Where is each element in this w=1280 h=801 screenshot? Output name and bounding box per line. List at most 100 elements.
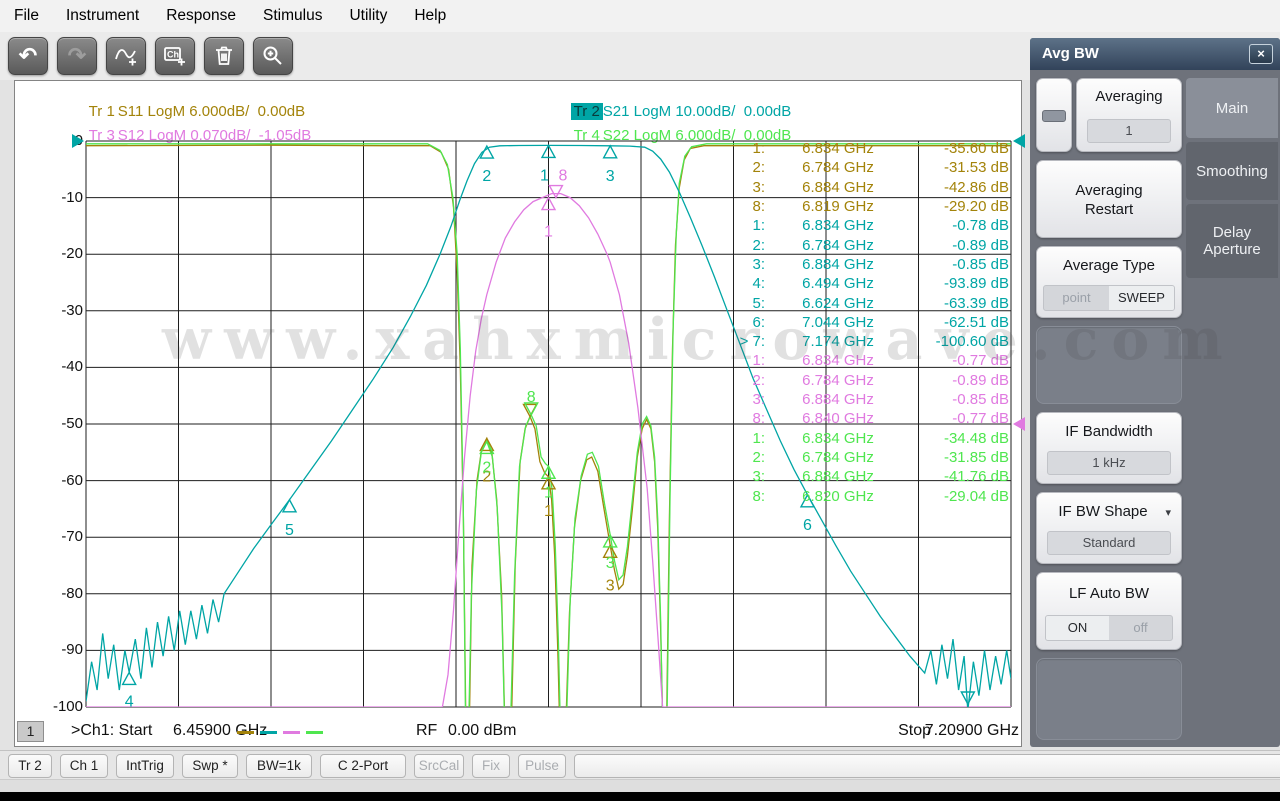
menu-item-stimulus[interactable]: Stimulus (259, 5, 326, 27)
marker-value: -31.53 dB (943, 159, 1009, 177)
trace-swatch (260, 731, 277, 734)
trace-label-tr2[interactable]: Tr 2 S21 LogM 10.00dB/ 0.00dB (554, 86, 791, 120)
average-type-segment[interactable]: point SWEEP (1043, 285, 1175, 311)
marker-readout-row: 3: 6.884 GHz -41.76 dB (725, 467, 1009, 487)
avg-bw-panel: Avg BW × Averaging 1 Averaging Restart A… (1030, 38, 1280, 747)
marker-label: 1 (544, 503, 553, 520)
marker-value: -100.60 dB (935, 333, 1009, 351)
marker-frequency: 6.784 GHz (802, 371, 874, 389)
marker-label: 1 (544, 484, 553, 501)
marker-readout-row: 3: 6.884 GHz -0.85 dB (725, 255, 1009, 275)
marker-number: 3: (752, 468, 765, 486)
trace-label-tr1[interactable]: Tr 1 S11 LogM 6.000dB/ 0.00dB (69, 86, 306, 120)
marker-label: 3 (606, 555, 615, 572)
marker-number: 3: (752, 255, 765, 273)
status-button-empty[interactable] (574, 754, 1280, 778)
status-button-srccal[interactable]: SrcCal (414, 754, 464, 778)
average-type-point[interactable]: point (1044, 286, 1109, 310)
marker-number: 1: (752, 140, 765, 157)
marker-triangle (121, 670, 137, 686)
marker-readout-row: 6: 7.044 GHz -62.51 dB (725, 313, 1009, 333)
if-bw-shape-button[interactable]: IF BW Shape ▾ Standard (1036, 492, 1182, 564)
averaging-toggle-button[interactable] (1036, 78, 1072, 152)
menu-item-response[interactable]: Response (162, 5, 240, 27)
marker-number: 4: (752, 275, 765, 293)
marker-value: -29.04 dB (943, 487, 1009, 505)
status-button-ch-1[interactable]: Ch 1 (60, 754, 108, 778)
marker-readout-row: 8: 6.820 GHz -29.04 dB (725, 487, 1009, 507)
marker-triangle (548, 184, 564, 200)
trace-label-tr3[interactable]: Tr 3 S12 LogM 0.070dB/ -1.05dB (69, 110, 312, 144)
menu-item-help[interactable]: Help (410, 5, 450, 27)
bottom-bar (0, 792, 1280, 801)
marker-frequency: 7.044 GHz (802, 313, 874, 331)
marker-label: 8 (527, 389, 536, 406)
marker-frequency: 6.884 GHz (802, 178, 874, 196)
marker-frequency: 6.784 GHz (802, 159, 874, 177)
add-trace-button[interactable] (106, 37, 146, 75)
close-icon[interactable]: × (1249, 44, 1273, 64)
status-button-fix[interactable]: Fix (472, 754, 510, 778)
lf-auto-bw-on[interactable]: ON (1046, 616, 1109, 640)
averaging-restart-button[interactable]: Averaging Restart (1036, 160, 1182, 238)
status-button-bw-1k[interactable]: BW=1k (246, 754, 312, 778)
marker-readout-row: 1: 6.834 GHz -34.48 dB (725, 429, 1009, 449)
marker-frequency: 6.834 GHz (802, 140, 874, 157)
status-button-swp-[interactable]: Swp * (182, 754, 238, 778)
status-bar: Tr 2 Ch 1 IntTrig Swp * BW=1k C 2-Port SrcCal F… (0, 750, 1280, 779)
undo-icon: ↶ (18, 43, 38, 68)
rf-power: 0.00 dBm (448, 722, 517, 739)
menu-item-utility[interactable]: Utility (345, 5, 391, 27)
add-channel-icon: Ch (163, 44, 187, 68)
average-type-button[interactable]: Average Type point SWEEP (1036, 246, 1182, 318)
marker-value: -34.48 dB (943, 429, 1009, 447)
redo-button[interactable]: ↷ (57, 37, 97, 75)
status-button-tr-2[interactable]: Tr 2 (8, 754, 52, 778)
averaging-button[interactable]: Averaging 1 (1076, 78, 1182, 152)
zoom-button[interactable] (253, 37, 293, 75)
channel-start-label: >Ch1: Start (71, 722, 153, 739)
marker-frequency: 6.784 GHz (802, 236, 874, 254)
marker-frequency: 6.834 GHz (802, 429, 874, 447)
marker-value: -93.89 dB (943, 275, 1009, 293)
marker-frequency: 6.840 GHz (802, 410, 874, 428)
lf-auto-bw-segment[interactable]: ON off (1045, 615, 1173, 641)
stop-frequency: 7.20900 GHz (924, 722, 1019, 739)
if-bandwidth-button[interactable]: IF Bandwidth 1 kHz (1036, 412, 1182, 484)
average-type-label: Average Type (1062, 257, 1155, 274)
tab-smoothing[interactable]: Smoothing (1186, 142, 1278, 200)
trace-label-tr4[interactable]: Tr 4 S22 LogM 6.000dB/ 0.00dB (554, 110, 792, 144)
marker-label: 1 (544, 224, 553, 241)
lf-auto-bw-button[interactable]: LF Auto BW ON off (1036, 572, 1182, 650)
marker-value: -0.77 dB (952, 410, 1009, 428)
zoom-in-icon (261, 44, 285, 68)
add-channel-button[interactable]: Ch (155, 37, 195, 75)
svg-text:Ch: Ch (167, 50, 179, 60)
menu-item-file[interactable]: File (10, 5, 43, 27)
status-button-c-2-port[interactable]: C 2-Port (320, 754, 406, 778)
marker-number: 3: (752, 391, 765, 409)
marker-value: -0.89 dB (952, 371, 1009, 389)
lf-auto-bw-label: LF Auto BW (1068, 585, 1150, 602)
undo-button[interactable]: ↶ (8, 37, 48, 75)
marker-readout-row: 2: 6.784 GHz -0.89 dB (725, 371, 1009, 391)
menu-bar: File Instrument Response Stimulus Utility Hel… (0, 0, 1280, 32)
averaging-label: Averaging (1095, 88, 1163, 105)
status-strip (0, 779, 1280, 792)
delete-button[interactable] (204, 37, 244, 75)
menu-item-instrument[interactable]: Instrument (62, 5, 143, 27)
status-button-pulse[interactable]: Pulse (518, 754, 566, 778)
marker-readout-row: 2: 6.784 GHz -31.85 dB (725, 448, 1009, 468)
tab-delay-aperture[interactable]: Delay Aperture (1186, 204, 1278, 278)
marker-number: 1: (752, 429, 765, 447)
marker-readout-row: 4: 6.494 GHz -93.89 dB (725, 274, 1009, 294)
lf-auto-bw-off[interactable]: off (1109, 616, 1172, 640)
marker-value: -0.85 dB (952, 391, 1009, 409)
marker-readout-row: 1: 6.834 GHz -35.60 dB (725, 139, 1009, 159)
average-type-sweep[interactable]: SWEEP (1109, 286, 1174, 310)
channel-badge[interactable]: 1 (17, 721, 44, 742)
marker-readout-row: 3: 6.884 GHz -0.85 dB (725, 390, 1009, 410)
marker-readout-row: > 7: 7.174 GHz -100.60 dB (725, 332, 1009, 352)
tab-main[interactable]: Main (1186, 78, 1278, 138)
status-button-inttrig[interactable]: IntTrig (116, 754, 174, 778)
